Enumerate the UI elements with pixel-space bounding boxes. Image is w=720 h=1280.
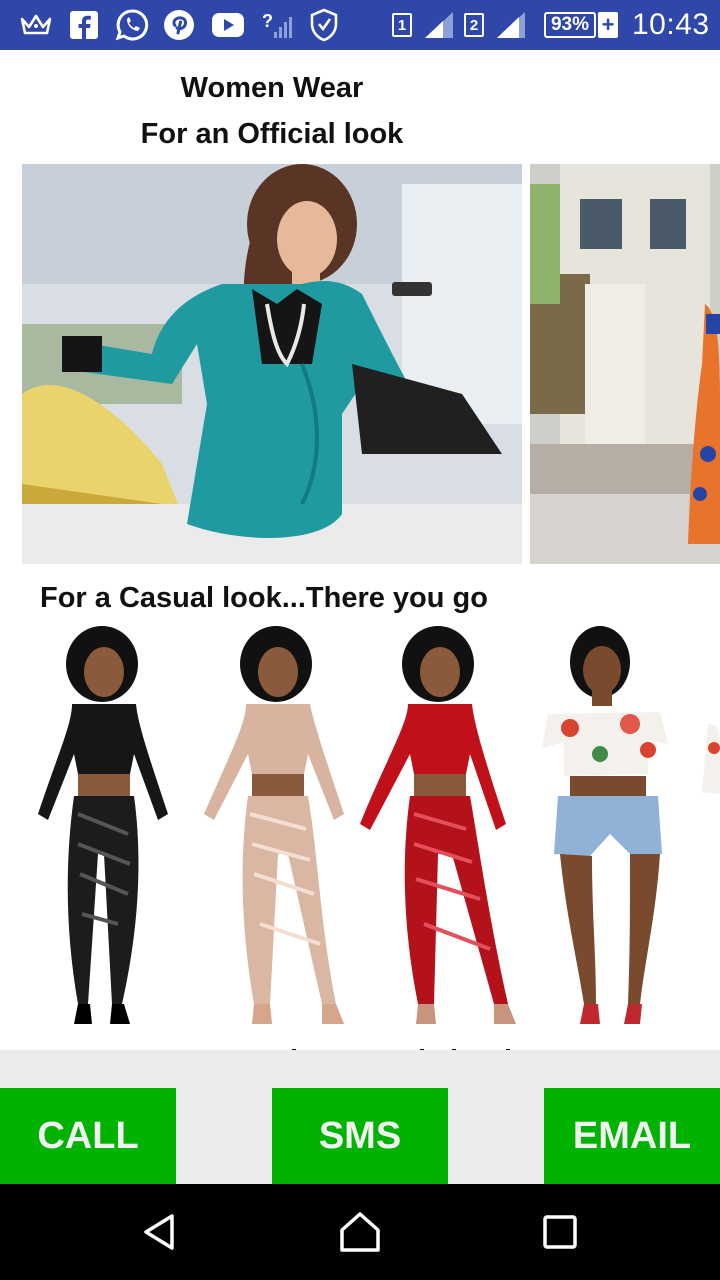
casual-look-photo-red (354, 624, 520, 1028)
home-icon (340, 1212, 380, 1252)
sms-button[interactable]: SMS (272, 1088, 448, 1184)
signal-strength-icon (494, 0, 528, 50)
casual-look-photo-floral (530, 624, 720, 1028)
pinterest-icon (162, 0, 196, 50)
status-bar: ? 1 2 93% + 10:43 (0, 0, 720, 50)
back-button[interactable] (100, 1184, 220, 1280)
next-section-peek (0, 1040, 720, 1050)
call-button[interactable]: CALL (0, 1088, 176, 1184)
page-subtitle: For an Official look (140, 118, 404, 150)
sim2-label: 2 (464, 13, 484, 37)
casual-look-photo-gold (190, 624, 356, 1028)
casual-look-photo-black (18, 624, 184, 1028)
crown-icon (18, 0, 54, 50)
signal-strength-icon (422, 0, 456, 50)
sim1-label: 1 (392, 13, 412, 37)
whatsapp-icon (114, 0, 150, 50)
sim1-indicator: 1 (390, 0, 414, 50)
recents-icon (543, 1215, 577, 1249)
clock: 10:43 (632, 8, 710, 41)
no-data-signal-icon: ? (260, 0, 292, 50)
content-area: Women Wear For an Official look For a Ca… (0, 50, 720, 1050)
page-title: Women Wear (180, 72, 364, 104)
back-icon (144, 1214, 174, 1250)
battery-indicator: 93% (544, 12, 596, 38)
facebook-icon (68, 0, 100, 50)
shield-icon (306, 0, 342, 50)
email-button[interactable]: EMAIL (544, 1088, 720, 1184)
home-button[interactable] (300, 1184, 420, 1280)
official-look-photo-2 (530, 164, 720, 564)
svg-text:?: ? (262, 11, 273, 31)
section-title-casual: For a Casual look...There you go (40, 582, 488, 614)
sim2-indicator: 2 (462, 0, 486, 50)
recents-button[interactable] (500, 1184, 620, 1280)
official-look-photo (22, 164, 522, 564)
navigation-bar (0, 1184, 720, 1280)
youtube-icon (210, 0, 246, 50)
charging-icon: + (598, 12, 618, 38)
